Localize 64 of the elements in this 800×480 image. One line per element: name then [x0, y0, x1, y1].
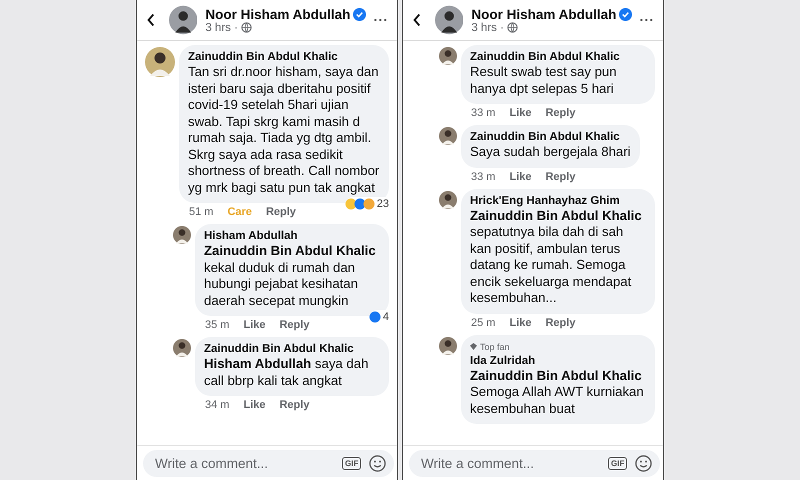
- comment-author[interactable]: Zainuddin Bin Abdul Khalic: [470, 131, 631, 143]
- gif-button[interactable]: GIF: [608, 456, 628, 470]
- avatar: [173, 226, 191, 244]
- post-time: 3 hrs ·: [205, 22, 238, 34]
- reaction-icon: [354, 198, 366, 210]
- comment-author[interactable]: Hrick'Eng Hanhayhaz Ghim: [470, 194, 646, 206]
- comment-field[interactable]: Write a comment... GIF: [409, 450, 660, 476]
- badge-label: Top fan: [480, 340, 510, 352]
- reaction-count: 23: [376, 198, 389, 210]
- emoji-icon[interactable]: [635, 454, 652, 472]
- reaction-summary[interactable]: 4: [370, 310, 391, 324]
- comment-text: Saya sudah bergejala 8hari: [470, 144, 631, 160]
- page-name[interactable]: Noor Hisham Abdullah: [471, 6, 616, 22]
- comment-time: 34 m: [205, 399, 230, 411]
- reaction-icon: [368, 311, 381, 323]
- comment-text: Hisham Abdullah saya dah call bbrp kali tak angkat: [204, 356, 370, 389]
- react-link[interactable]: Like: [243, 399, 266, 411]
- avatar: [145, 47, 175, 77]
- page-name[interactable]: Noor Hisham Abdullah: [205, 6, 350, 22]
- reaction-icon: [362, 198, 375, 210]
- avatar: [173, 339, 191, 357]
- comment-author[interactable]: Hisham Abdullah: [204, 230, 380, 242]
- comment-author[interactable]: Zainuddin Bin Abdul Khalic: [188, 51, 380, 63]
- reply-link[interactable]: Reply: [279, 319, 310, 331]
- reply-link[interactable]: Reply: [266, 206, 296, 218]
- avatar: [439, 336, 457, 354]
- comment-text: Zainuddin Bin Abdul Khalic Semoga Allah AWT kurniakan kesembuhan buat: [470, 368, 645, 417]
- comment-time: 33 m: [471, 170, 496, 182]
- comment-author[interactable]: Zainuddin Bin Abdul Khalic: [470, 51, 646, 63]
- reply-link[interactable]: Reply: [545, 316, 576, 328]
- globe-icon: [506, 22, 518, 33]
- reaction-count: 4: [382, 311, 389, 323]
- reply-link[interactable]: Reply: [545, 170, 576, 182]
- reply-link[interactable]: Reply: [279, 399, 310, 411]
- back-icon[interactable]: [147, 12, 155, 28]
- comment-field[interactable]: Write a comment... GIF: [143, 450, 394, 476]
- diamond-icon: [470, 343, 477, 350]
- avatar: [439, 127, 457, 145]
- comment-author[interactable]: Zainuddin Bin Abdul Khalic: [204, 343, 380, 355]
- emoji-icon[interactable]: [369, 454, 386, 472]
- react-link[interactable]: Like: [509, 170, 532, 182]
- comment-text: Zainuddin Bin Abdul Khalic kekal duduk di rumah dan hubungi pejabat kesihatan daerah secepat mungkin: [204, 243, 377, 309]
- avatar: [439, 47, 457, 65]
- more-icon[interactable]: [640, 18, 653, 22]
- comment-time: 25 m: [471, 316, 496, 328]
- post-time: 3 hrs ·: [471, 22, 504, 34]
- reply-link[interactable]: Reply: [545, 107, 576, 119]
- comment-text: Result swab test say pun hanya dpt selepas 5 hari: [470, 64, 618, 97]
- comment-text: Zainuddin Bin Abdul Khalic sepatutnya bila dah di sah kan positif, ambulan terus datang ke rumah. Semoga encik sekeluarga mendapat kesembuhan...: [470, 208, 643, 306]
- react-link[interactable]: Like: [509, 316, 532, 328]
- react-link[interactable]: Like: [509, 107, 532, 119]
- comment-author[interactable]: Ida Zulridah: [470, 354, 646, 366]
- comment-time: 51 m: [189, 206, 214, 218]
- back-icon[interactable]: [413, 12, 421, 28]
- more-icon[interactable]: [374, 18, 387, 22]
- comment-time: 35 m: [205, 319, 230, 331]
- react-link[interactable]: Like: [243, 319, 266, 331]
- comment-text: Tan sri dr.noor hisham, saya dan isteri baru saja dberitahu positif covid-19 setelah 5hari ujian swab. Tapi skrg kami masih d rumah saja. Tiada yg dtg ambil. Skrg saya ada rasa sedikit shortness of breath. Call nombor yg mrk bagi satu pun tak angkat: [188, 64, 380, 196]
- globe-icon: [240, 22, 252, 33]
- reaction-icon: [344, 198, 357, 210]
- comment-time: 33 m: [471, 107, 496, 119]
- reaction-summary[interactable]: 23: [346, 197, 391, 211]
- avatar: [439, 190, 457, 208]
- gif-button[interactable]: GIF: [342, 456, 362, 470]
